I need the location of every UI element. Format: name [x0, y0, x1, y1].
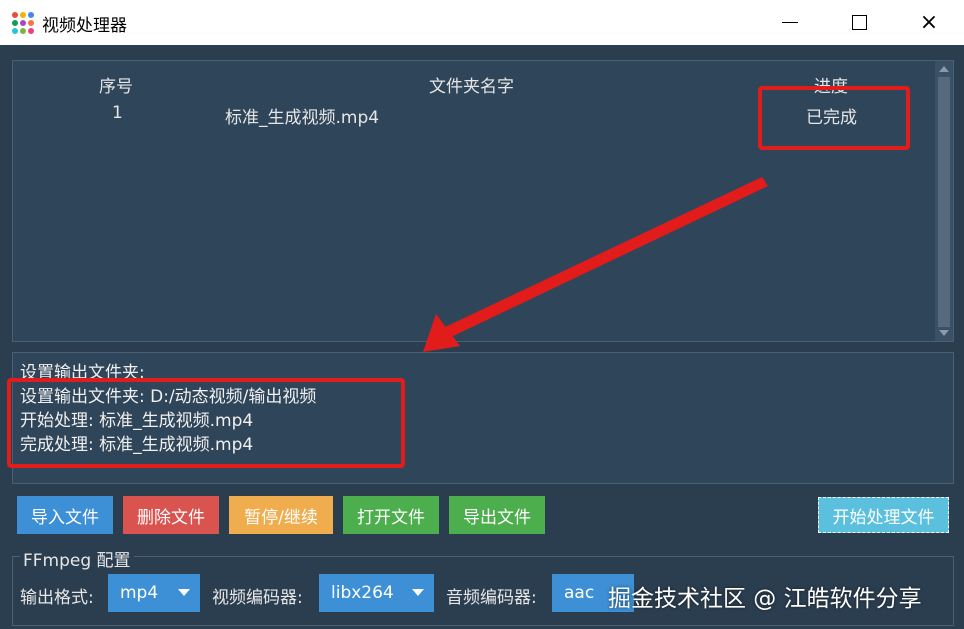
- pause-resume-button[interactable]: 暂停/继续: [229, 496, 333, 534]
- video-encoder-value: libx264: [331, 583, 394, 603]
- chevron-down-icon[interactable]: [412, 589, 424, 596]
- watermark-text: 掘金技术社区 @ 江皓软件分享: [608, 586, 922, 612]
- output-format-select[interactable]: mp4: [108, 574, 200, 612]
- annotation-arrow-icon: [423, 177, 768, 352]
- output-format-value: mp4: [120, 583, 159, 603]
- output-format-label: 输出格式:: [20, 588, 94, 608]
- video-encoder-label: 视频编码器:: [212, 588, 303, 608]
- start-processing-button[interactable]: 开始处理文件: [818, 497, 949, 533]
- export-file-button[interactable]: 导出文件: [449, 496, 545, 534]
- import-file-button[interactable]: 导入文件: [17, 496, 113, 534]
- ffmpeg-group-title: FFmpeg 配置: [20, 546, 134, 571]
- audio-encoder-label: 音频编码器:: [446, 588, 537, 608]
- open-file-button[interactable]: 打开文件: [343, 496, 439, 534]
- audio-encoder-value: aac: [564, 583, 595, 603]
- chevron-down-icon[interactable]: [178, 589, 190, 596]
- video-encoder-select[interactable]: libx264: [319, 574, 434, 612]
- delete-file-button[interactable]: 删除文件: [123, 496, 219, 534]
